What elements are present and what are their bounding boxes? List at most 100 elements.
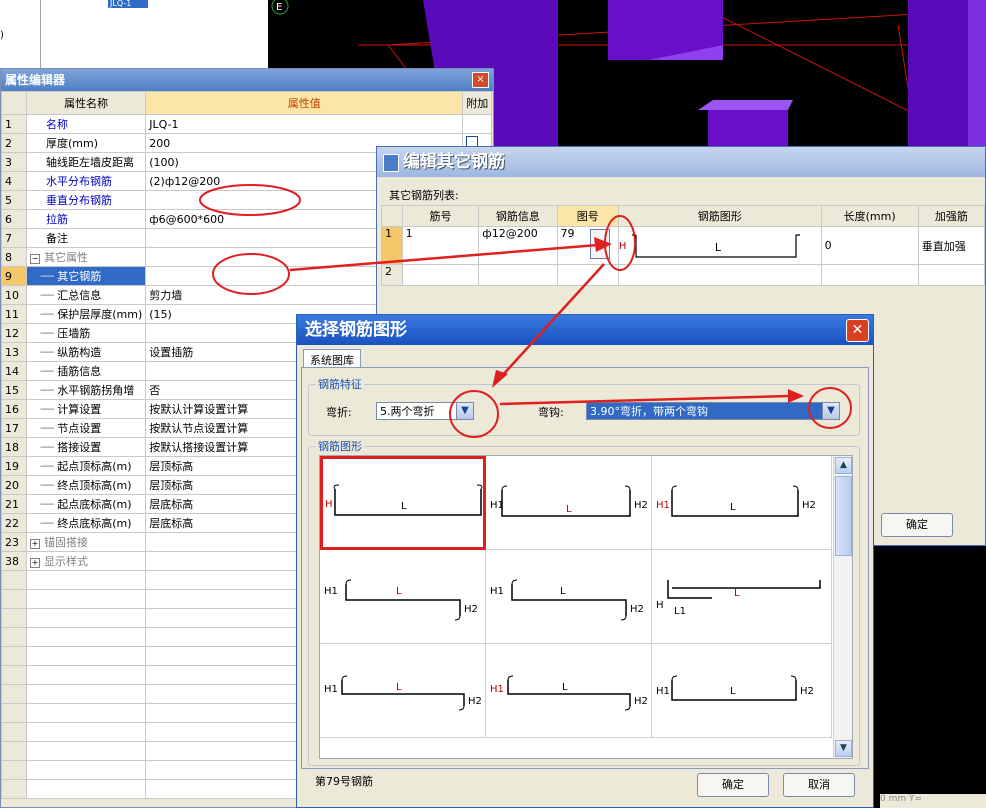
scroll-thumb[interactable] (835, 476, 852, 556)
row-number: 8 (1, 247, 27, 267)
gallery-scrollbar[interactable]: ▲ ▼ (833, 456, 852, 758)
row-number: 11 (1, 304, 27, 324)
hook-select[interactable]: 3.90°弯折，带两个弯钩 ▼ (586, 402, 840, 420)
property-name-label: 终点底标高(m) (57, 517, 132, 530)
property-name: + 显示样式 (25, 551, 147, 571)
fig-no-cell[interactable] (556, 264, 619, 286)
property-name-label: 拉筋 (46, 213, 68, 226)
row-number: 7 (1, 228, 27, 248)
svg-text:H2: H2 (468, 696, 482, 707)
shape-thumb: H1 H2 L (324, 675, 482, 711)
empty-cell (25, 589, 147, 609)
bar-shape-cell: H L (617, 226, 822, 265)
expand-toggle-icon[interactable]: + (30, 558, 40, 568)
property-row[interactable]: 1 名称 JLQ-1 (1, 114, 493, 134)
chevron-down-icon[interactable]: ▼ (456, 403, 473, 419)
shape-cell[interactable]: H1 H2 L (652, 456, 832, 550)
shape-cell[interactable]: H1 H2 L (486, 550, 652, 644)
shape-cell[interactable]: H1 H2 L (486, 456, 652, 550)
empty-cell (1, 741, 27, 761)
empty-cell (25, 779, 147, 799)
shape-cell[interactable]: H1 H2 L (320, 644, 486, 738)
svg-text:H1: H1 (656, 686, 670, 697)
row-number-header (381, 205, 403, 227)
rebar-list-label: 其它钢筋列表: (389, 189, 459, 202)
expand-toggle-icon[interactable]: + (30, 539, 40, 549)
extra-cell[interactable] (917, 264, 986, 286)
bar-info-cell[interactable]: ф12@200 (478, 226, 558, 265)
property-name-label: 纵筋构造 (57, 346, 102, 359)
row-number: 5 (1, 190, 27, 210)
fig-no-cell[interactable]: 79 … (556, 226, 619, 265)
property-name: 垂直分布钢筋 (25, 190, 147, 210)
tree-fragment: ) (0, 30, 4, 41)
browse-shape-button[interactable]: … (589, 229, 610, 259)
svg-text:H2: H2 (464, 604, 478, 615)
property-name: ── 终点底标高(m) (25, 513, 147, 533)
property-value[interactable]: JLQ-1 (145, 114, 464, 134)
bend-select[interactable]: 5.两个弯折 ▼ (376, 402, 474, 420)
svg-text:H2: H2 (634, 696, 648, 707)
property-name-label: 厚度(mm) (46, 137, 99, 150)
table-row[interactable]: 2 (381, 264, 986, 286)
shape-cell[interactable]: H1 H2 L (486, 644, 652, 738)
property-name-label: 节点设置 (57, 422, 102, 435)
svg-text:H1: H1 (490, 500, 504, 511)
svg-text:L: L (560, 586, 566, 597)
shape-thumb: H1 H2 L (490, 579, 644, 621)
shape-cell[interactable]: H1 H2 L (320, 550, 486, 644)
length-cell[interactable] (820, 264, 919, 286)
svg-text:H2: H2 (800, 686, 814, 697)
property-name: ── 计算设置 (25, 399, 147, 419)
empty-cell (25, 665, 147, 685)
col-length: 长度(mm) (820, 205, 919, 227)
row-number: 9 (1, 266, 27, 286)
property-name: 厚度(mm) (25, 133, 147, 153)
length-cell[interactable]: 0 (820, 226, 919, 265)
close-icon[interactable]: × (472, 72, 489, 88)
empty-cell (1, 570, 27, 590)
row-number: 23 (1, 532, 27, 552)
table-row[interactable]: 1 1 ф12@200 79 … H L 0 垂直加强 (381, 226, 986, 265)
bar-no-cell[interactable]: 1 (401, 226, 480, 265)
shape-l-label: L (714, 241, 722, 254)
shape-cell[interactable]: H L1 L (652, 550, 832, 644)
svg-text:H1: H1 (324, 586, 338, 597)
empty-cell (1, 722, 27, 742)
row-number: 15 (1, 380, 27, 400)
shape-gallery[interactable]: H L H1 H2 L H1 H2 L H1 H2 L H1 H2 L H L1… (319, 455, 853, 759)
row-number: 2 (1, 133, 27, 153)
property-name-label: 汇总信息 (57, 289, 102, 302)
shape-cell[interactable]: H1 H2 L (652, 644, 832, 738)
cancel-button[interactable]: 取消 (783, 773, 855, 797)
property-name: ── 插筋信息 (25, 361, 147, 381)
tree-connector: ── (30, 384, 58, 397)
shape-cell-79[interactable]: H L (320, 456, 486, 550)
expand-toggle-icon[interactable]: − (30, 254, 40, 264)
chevron-down-icon[interactable]: ▼ (822, 403, 839, 419)
tree-selected-node[interactable]: JLQ-1 (108, 0, 148, 8)
empty-cell (25, 722, 147, 742)
property-name-label: 其它属性 (44, 251, 88, 264)
ok-button[interactable]: 确定 (697, 773, 769, 797)
property-name-label: 计算设置 (57, 403, 102, 416)
scroll-down-icon[interactable]: ▼ (835, 740, 852, 757)
property-name-label: 备注 (46, 232, 68, 245)
hook-label: 弯钩: (538, 406, 564, 419)
3d-view-lower (874, 546, 986, 808)
svg-text:L: L (396, 682, 402, 693)
empty-cell (25, 684, 147, 704)
tree-connector: ── (30, 441, 58, 454)
bar-info-cell[interactable] (478, 264, 558, 286)
tree-connector: ── (30, 517, 58, 530)
svg-text:H2: H2 (802, 500, 816, 511)
edit-ok-button[interactable]: 确定 (881, 513, 953, 537)
close-icon[interactable]: ✕ (846, 319, 869, 342)
svg-text:L: L (730, 686, 736, 697)
col-fig-no: 图号 (556, 205, 619, 227)
extra-cell[interactable]: 垂直加强 (917, 226, 986, 265)
svg-text:L: L (566, 504, 572, 515)
tree-connector: ── (30, 327, 58, 340)
bar-no-cell[interactable] (401, 264, 480, 286)
scroll-up-icon[interactable]: ▲ (835, 457, 852, 474)
